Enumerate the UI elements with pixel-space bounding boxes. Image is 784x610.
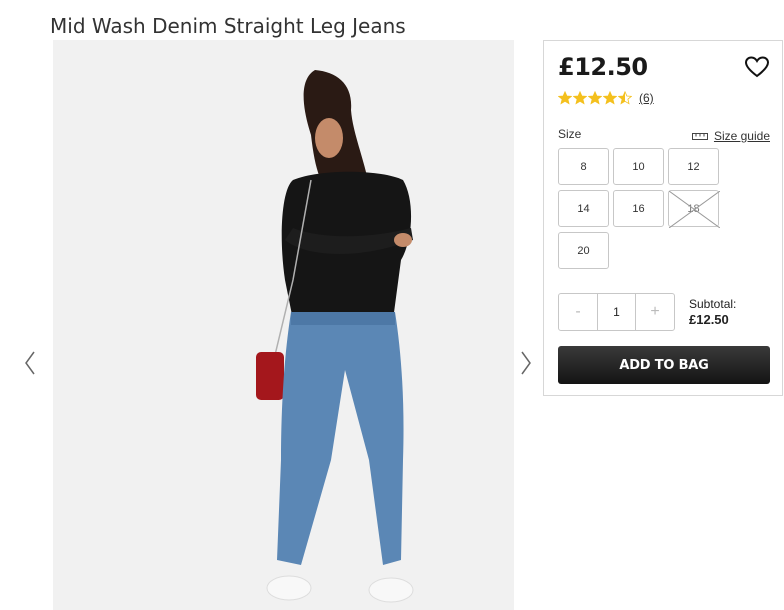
star-icon bbox=[558, 91, 572, 105]
size-option-label: 16 bbox=[632, 202, 645, 215]
size-option[interactable]: 12 bbox=[668, 148, 719, 185]
star-icon bbox=[573, 91, 587, 105]
rating[interactable]: (6) bbox=[558, 91, 654, 105]
chevron-left-icon bbox=[25, 351, 35, 375]
price: £12.50 bbox=[558, 53, 648, 81]
product-image[interactable] bbox=[53, 40, 514, 610]
size-option[interactable]: 14 bbox=[558, 190, 609, 227]
star-icon bbox=[588, 91, 602, 105]
quantity-stepper: - 1 + bbox=[558, 293, 675, 331]
star-icon bbox=[603, 91, 617, 105]
buy-box: £12.50 (6) Size Size guide 8 10 12 14 16 18 20… bbox=[543, 40, 783, 396]
wishlist-button[interactable] bbox=[744, 55, 770, 79]
quantity-decrease-button[interactable]: - bbox=[559, 294, 597, 330]
size-option[interactable]: 8 bbox=[558, 148, 609, 185]
gallery-prev-button[interactable] bbox=[18, 346, 42, 380]
size-option-label: 14 bbox=[577, 202, 590, 215]
subtotal-value: £12.50 bbox=[689, 312, 729, 327]
size-option-label: 12 bbox=[687, 160, 700, 173]
size-selector: 8 10 12 14 16 18 20 bbox=[558, 148, 724, 269]
product-photo bbox=[53, 40, 514, 610]
ruler-icon bbox=[691, 133, 708, 140]
star-icon bbox=[618, 91, 632, 105]
quantity-increase-button[interactable]: + bbox=[636, 294, 674, 330]
size-option[interactable]: 18 bbox=[668, 190, 720, 228]
size-option-label: 10 bbox=[632, 160, 645, 173]
size-option[interactable]: 10 bbox=[613, 148, 664, 185]
unavailable-cross-icon bbox=[669, 191, 720, 228]
add-to-bag-button[interactable]: ADD TO BAG bbox=[558, 346, 770, 384]
size-label: Size bbox=[558, 127, 582, 141]
subtotal-label: Subtotal: bbox=[689, 297, 737, 311]
star-rating bbox=[558, 91, 633, 105]
size-option[interactable]: 20 bbox=[558, 232, 609, 269]
quantity-input[interactable]: 1 bbox=[597, 294, 636, 330]
size-guide-label: Size guide bbox=[713, 129, 770, 143]
page-title: Mid Wash Denim Straight Leg Jeans bbox=[50, 14, 406, 39]
heart-outline-icon bbox=[744, 56, 770, 78]
review-count-link[interactable]: (6) bbox=[639, 91, 654, 105]
subtotal: Subtotal: £12.50 bbox=[689, 296, 736, 328]
size-option-label: 8 bbox=[580, 160, 587, 173]
gallery-next-button[interactable] bbox=[514, 346, 538, 380]
chevron-right-icon bbox=[521, 351, 531, 375]
size-option[interactable]: 16 bbox=[613, 190, 664, 227]
size-guide-link[interactable]: Size guide bbox=[691, 129, 770, 143]
size-option-label: 20 bbox=[577, 244, 590, 257]
